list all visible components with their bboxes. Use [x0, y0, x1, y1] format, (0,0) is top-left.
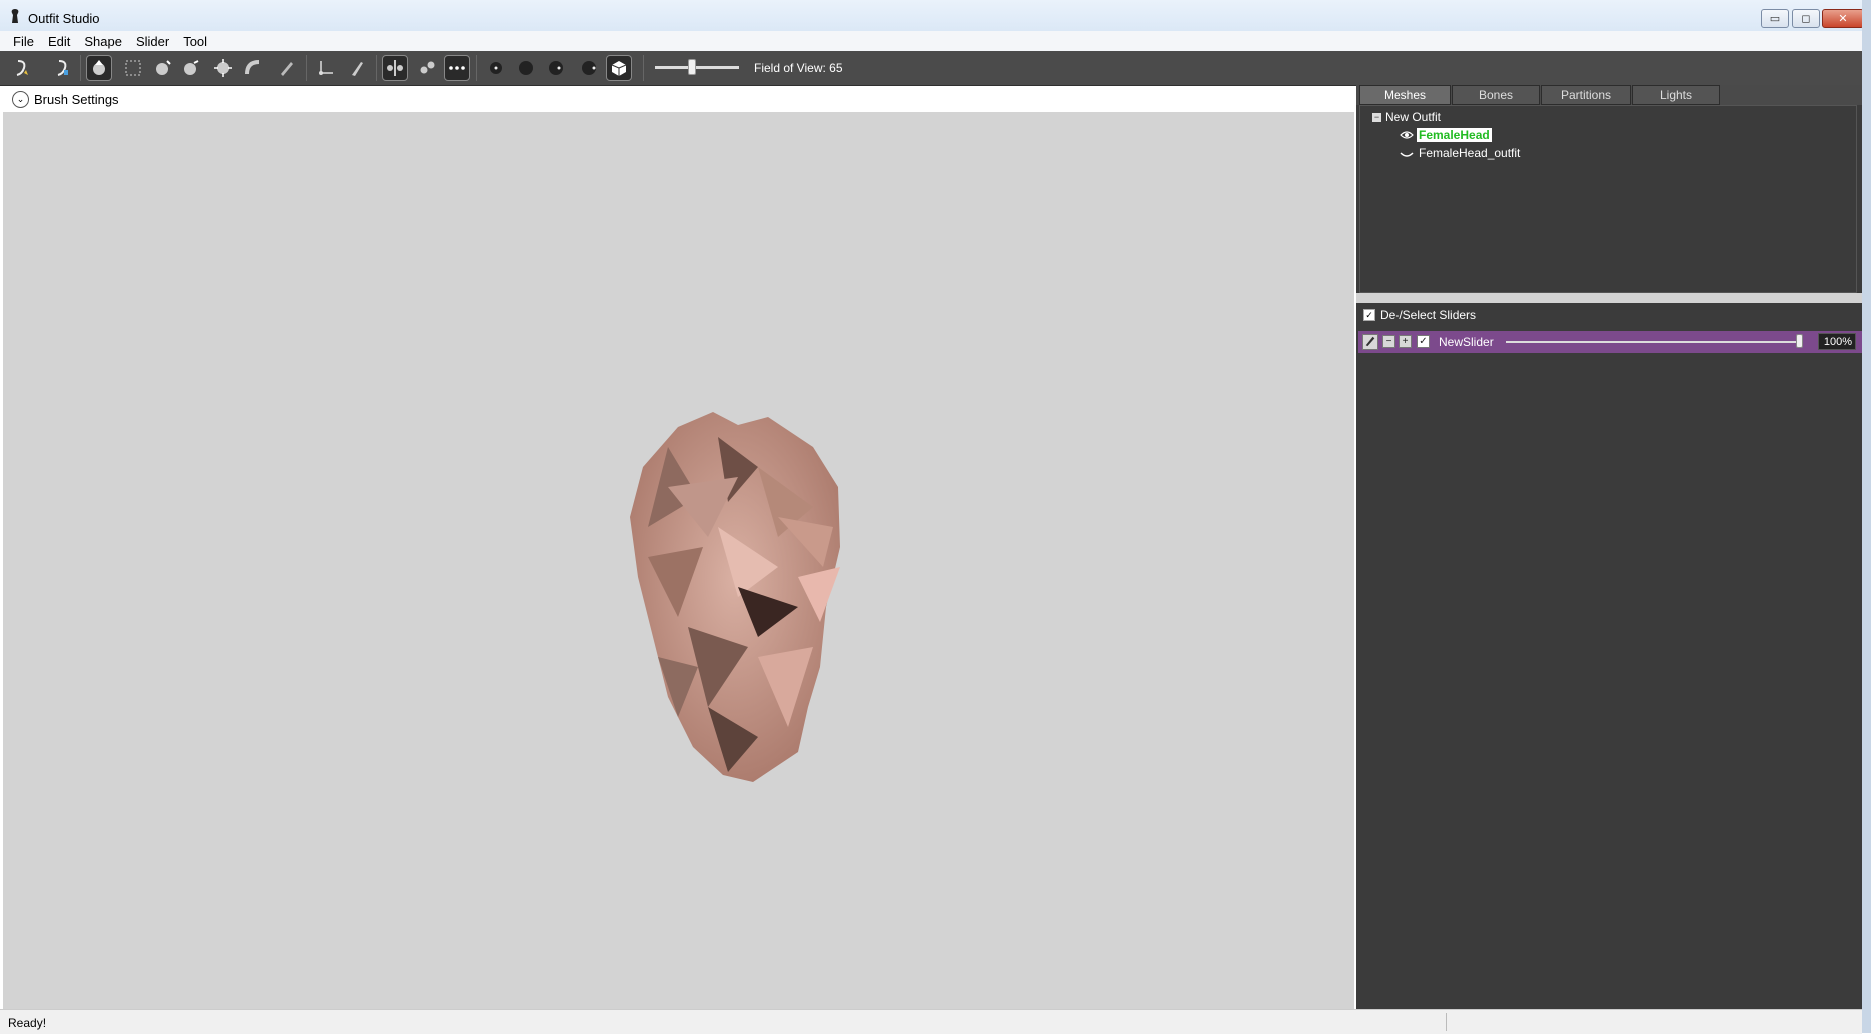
- mesh-row[interactable]: FemaleHead_outfit: [1400, 145, 1522, 161]
- eye-icon[interactable]: [1400, 129, 1414, 141]
- panel-tabs: Meshes Bones Partitions Lights: [1356, 85, 1862, 105]
- tab-meshes[interactable]: Meshes: [1359, 85, 1451, 105]
- select-tool-icon[interactable]: [50, 55, 76, 81]
- toolbar: [0, 51, 1862, 86]
- brush-settings-header[interactable]: ⌄ Brush Settings: [3, 86, 1354, 112]
- toolbar-separator: [476, 55, 477, 81]
- brush-settings-label: Brush Settings: [34, 91, 119, 107]
- menu-shape[interactable]: Shape: [77, 34, 129, 49]
- slider-track[interactable]: [1506, 341, 1796, 343]
- status-separator: [1446, 1013, 1447, 1031]
- status-bar: Ready!: [0, 1009, 1862, 1034]
- tree-root-label[interactable]: New Outfit: [1385, 110, 1441, 124]
- tab-lights[interactable]: Lights: [1632, 85, 1720, 105]
- fov-label: Field of View: 65: [754, 61, 843, 75]
- slider-panel: ✓ De-/Select Sliders − + ✓ NewSlider 100…: [1356, 303, 1862, 1009]
- edit-slider-icon[interactable]: [1362, 334, 1378, 350]
- show-points-icon[interactable]: [444, 55, 470, 81]
- deselect-sliders-row[interactable]: ✓ De-/Select Sliders: [1363, 308, 1476, 322]
- brush-transform-icon[interactable]: [240, 55, 266, 81]
- slider-row: − + ✓ NewSlider 100%: [1358, 331, 1862, 353]
- deselect-label: De-/Select Sliders: [1380, 308, 1477, 322]
- brush-inflate-icon[interactable]: [86, 55, 112, 81]
- panel-splitter[interactable]: [1356, 293, 1862, 303]
- brush-deflate-icon[interactable]: [150, 55, 176, 81]
- fov-slider-track[interactable]: [655, 66, 739, 69]
- slider-checkbox[interactable]: ✓: [1417, 335, 1430, 348]
- mesh-row[interactable]: FemaleHead: [1400, 127, 1492, 143]
- eye-closed-icon[interactable]: [1400, 147, 1414, 159]
- menu-file[interactable]: File: [6, 34, 41, 49]
- menu-slider[interactable]: Slider: [129, 34, 176, 49]
- close-button[interactable]: ✕: [1822, 9, 1864, 28]
- mesh-tree: − New Outfit FemaleHead FemaleHead_outfi…: [1359, 105, 1857, 293]
- minimize-button[interactable]: ▭: [1761, 9, 1789, 28]
- window-title: Outfit Studio: [28, 11, 100, 26]
- toolbar-separator: [80, 55, 81, 81]
- slider-value-field[interactable]: 100%: [1818, 333, 1856, 350]
- menu-bar: File Edit Shape Slider Tool: [0, 31, 1862, 51]
- menu-tool[interactable]: Tool: [176, 34, 214, 49]
- slider-plus-button[interactable]: +: [1399, 335, 1412, 348]
- tab-partitions[interactable]: Partitions: [1541, 85, 1631, 105]
- toolbar-separator: [306, 55, 307, 81]
- fov-slider-thumb[interactable]: [688, 59, 696, 75]
- slider-minus-button[interactable]: −: [1382, 335, 1395, 348]
- axis-transform-icon[interactable]: [312, 55, 338, 81]
- paint-icon[interactable]: [344, 55, 370, 81]
- collapse-icon[interactable]: −: [1372, 113, 1381, 122]
- mesh-label[interactable]: FemaleHead_outfit: [1417, 146, 1522, 160]
- cube-icon[interactable]: [606, 55, 632, 81]
- slider-thumb[interactable]: [1796, 334, 1803, 348]
- dot-xlarge-icon[interactable]: [576, 55, 602, 81]
- select-slider-icon[interactable]: [9, 55, 35, 81]
- dot-medium-icon[interactable]: [513, 55, 539, 81]
- tab-bones[interactable]: Bones: [1452, 85, 1540, 105]
- app-icon: [11, 9, 19, 23]
- select-box-icon[interactable]: [120, 55, 146, 81]
- mirror-icon[interactable]: [382, 55, 408, 81]
- status-text: Ready!: [8, 1016, 47, 1030]
- slider-name: NewSlider: [1439, 335, 1494, 349]
- head-mesh-render: [630, 412, 840, 782]
- toolbar-separator: [643, 55, 644, 81]
- right-panel: Meshes Bones Partitions Lights − New Out…: [1356, 85, 1862, 1009]
- 3d-viewport[interactable]: [3, 112, 1354, 1009]
- chevron-down-icon[interactable]: ⌄: [12, 90, 29, 108]
- brush-smooth-icon[interactable]: [210, 55, 236, 81]
- menu-edit[interactable]: Edit: [41, 34, 77, 49]
- deselect-checkbox[interactable]: ✓: [1363, 309, 1375, 321]
- dot-large-icon[interactable]: [543, 55, 569, 81]
- title-bar: Outfit Studio ▭ ◻ ✕: [0, 0, 1871, 32]
- brush-move-icon[interactable]: [178, 55, 204, 81]
- mesh-label[interactable]: FemaleHead: [1417, 128, 1492, 142]
- brush-weight-icon[interactable]: [274, 55, 300, 81]
- mirror-points-icon[interactable]: [414, 55, 440, 81]
- dot-small-icon[interactable]: [483, 55, 509, 81]
- maximize-button[interactable]: ◻: [1792, 9, 1820, 28]
- toolbar-separator: [376, 55, 377, 81]
- window-edge: [1862, 0, 1871, 1033]
